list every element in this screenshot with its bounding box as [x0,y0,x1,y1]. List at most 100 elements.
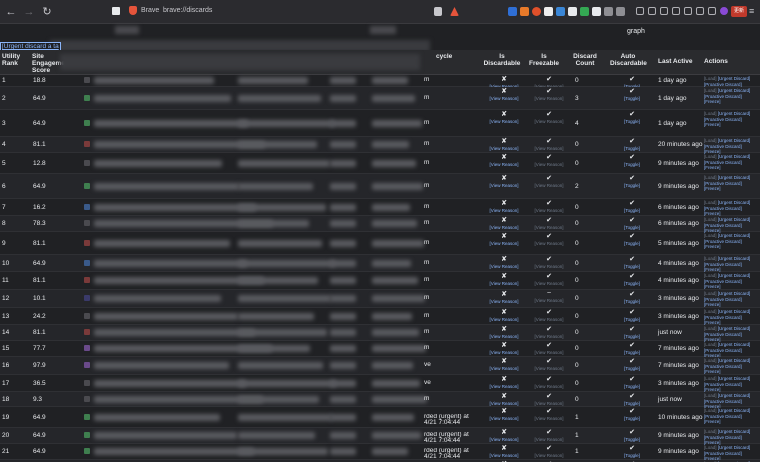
urgent-discard-button[interactable]: [Urgent Discard] [718,138,751,143]
toggle-link[interactable]: [Toggle] [616,119,648,124]
view-reason-link[interactable]: [View Reason] [486,453,522,458]
column-is-freezable[interactable]: Is Freezable [529,53,559,67]
note-icon[interactable] [672,7,680,15]
music-icon[interactable] [660,7,668,15]
view-reason-link[interactable]: [View Reason] [531,225,567,230]
back-icon[interactable]: ← [4,5,18,19]
column-utility-rank[interactable]: Utility Rank [2,53,26,67]
load-link[interactable]: [Load] [704,217,717,222]
view-reason-link[interactable]: [View Reason] [531,281,567,286]
view-reason-link[interactable]: [View Reason] [531,208,567,213]
wallet-icon[interactable] [684,7,692,15]
urgent-discard-button[interactable]: [Urgent Discard] [718,376,751,381]
urgent-discard-button[interactable]: [Urgent Discard] [718,200,751,205]
forward-icon[interactable]: → [22,5,36,19]
load-link[interactable]: [Load] [704,408,717,413]
view-reason-link[interactable]: [View Reason] [531,384,567,389]
proactive-discard-button[interactable]: [Proactive Discard] [704,117,742,122]
view-reason-link[interactable]: [View Reason] [486,241,522,246]
toggle-link[interactable]: [Toggle] [616,264,648,269]
extension-icon[interactable] [592,7,601,16]
urgent-discard-button[interactable]: [Urgent Discard] [718,309,751,314]
proactive-discard-button[interactable]: [Proactive Discard] [704,435,742,440]
freeze-button[interactable]: [Freeze] [704,244,721,249]
view-reason-link[interactable]: [View Reason] [486,366,522,371]
urgent-discard-button[interactable]: [Urgent Discard] [718,256,751,261]
urgent-discard-button[interactable]: [Urgent Discard] [718,273,751,278]
toggle-link[interactable]: [Toggle] [616,208,648,213]
load-link[interactable]: [Load] [704,358,717,363]
proactive-discard-button[interactable]: [Proactive Discard] [704,239,742,244]
extension-icon[interactable] [616,7,625,16]
freeze-button[interactable]: [Freeze] [704,369,721,374]
view-reason-link[interactable]: [View Reason] [486,416,522,421]
view-reason-link[interactable]: [View Reason] [531,96,567,101]
view-reason-link[interactable]: [View Reason] [531,298,567,303]
extension-icon[interactable] [544,7,553,16]
view-reason-link[interactable]: [View Reason] [531,241,567,246]
urgent-discard-button[interactable]: [Urgent Discard] [718,326,751,331]
library-icon[interactable] [648,7,656,15]
extension-icon[interactable] [508,7,517,16]
freeze-button[interactable]: [Freeze] [704,165,721,170]
freeze-button[interactable]: [Freeze] [704,284,721,289]
column-auto-discardable[interactable]: Auto Discardable [610,53,647,67]
load-link[interactable]: [Load] [704,138,717,143]
urgent-discard-button[interactable]: [Urgent Discard] [718,175,751,180]
view-reason-link[interactable]: [View Reason] [486,264,522,269]
view-reason-link[interactable]: [View Reason] [486,119,522,124]
view-reason-link[interactable]: [View Reason] [486,334,522,339]
view-reason-link[interactable]: [View Reason] [486,384,522,389]
proactive-discard-button[interactable]: [Proactive Discard] [704,332,742,337]
view-reason-link[interactable]: [View Reason] [531,334,567,339]
view-reason-link[interactable]: [View Reason] [486,299,522,304]
view-reason-link[interactable]: [View Reason] [486,146,522,151]
urgent-discard-button[interactable]: [Urgent Discard] [718,408,751,413]
view-reason-link[interactable]: [View Reason] [486,281,522,286]
toggle-link[interactable]: [Toggle] [616,437,648,442]
sparkle-icon[interactable] [696,7,704,15]
profile-icon[interactable] [720,7,728,15]
proactive-discard-button[interactable]: [Proactive Discard] [704,223,742,228]
proactive-discard-button[interactable]: [Proactive Discard] [704,364,742,369]
view-reason-link[interactable]: [View Reason] [486,208,522,213]
freeze-button[interactable]: [Freeze] [704,122,721,127]
toggle-link[interactable]: [Toggle] [616,366,648,371]
toggle-link[interactable]: [Toggle] [616,416,648,421]
freeze-button[interactable]: [Freeze] [704,186,721,191]
freeze-button[interactable]: [Freeze] [704,302,721,307]
urgent-discard-button[interactable]: [Urgent Discard] [718,358,751,363]
address-bar[interactable]: Brave [129,6,159,15]
load-link[interactable]: [Load] [704,154,717,159]
load-link[interactable]: [Load] [704,200,717,205]
proactive-discard-button[interactable]: [Proactive Discard] [704,206,742,211]
load-link[interactable]: [Load] [704,76,717,81]
load-link[interactable]: [Load] [704,273,717,278]
column-is-discardable[interactable]: Is Discardable [483,53,521,67]
view-reason-link[interactable]: [View Reason] [531,350,567,355]
proactive-discard-button[interactable]: [Proactive Discard] [704,82,742,87]
extension-icon[interactable] [580,7,589,16]
toggle-link[interactable]: [Toggle] [616,225,648,230]
view-reason-link[interactable]: [View Reason] [531,401,567,406]
urgent-discard-button[interactable]: [Urgent Discard] [718,76,751,81]
proactive-discard-button[interactable]: [Proactive Discard] [704,181,742,186]
view-reason-link[interactable]: [View Reason] [486,401,522,406]
column-discard-count[interactable]: Discard Count [571,53,599,67]
view-reason-link[interactable]: [View Reason] [531,416,567,421]
load-link[interactable]: [Load] [704,291,717,296]
tab-icon[interactable] [112,7,120,15]
proactive-discard-button[interactable]: [Proactive Discard] [704,262,742,267]
view-reason-link[interactable]: [View Reason] [531,317,567,322]
url-text[interactable]: brave://discards [163,7,212,14]
proactive-discard-button[interactable]: [Proactive Discard] [704,144,742,149]
view-reason-link[interactable]: [View Reason] [531,183,567,188]
view-reason-link[interactable]: [View Reason] [531,162,567,167]
extension-icon[interactable] [532,7,541,16]
toggle-link[interactable]: [Toggle] [616,281,648,286]
proactive-discard-button[interactable]: [Proactive Discard] [704,399,742,404]
shield-icon[interactable] [434,7,442,16]
toggle-link[interactable]: [Toggle] [616,401,648,406]
menu-icon[interactable]: ≡ [749,7,754,16]
urgent-discard-button[interactable]: [Urgent Discard] [718,429,751,434]
